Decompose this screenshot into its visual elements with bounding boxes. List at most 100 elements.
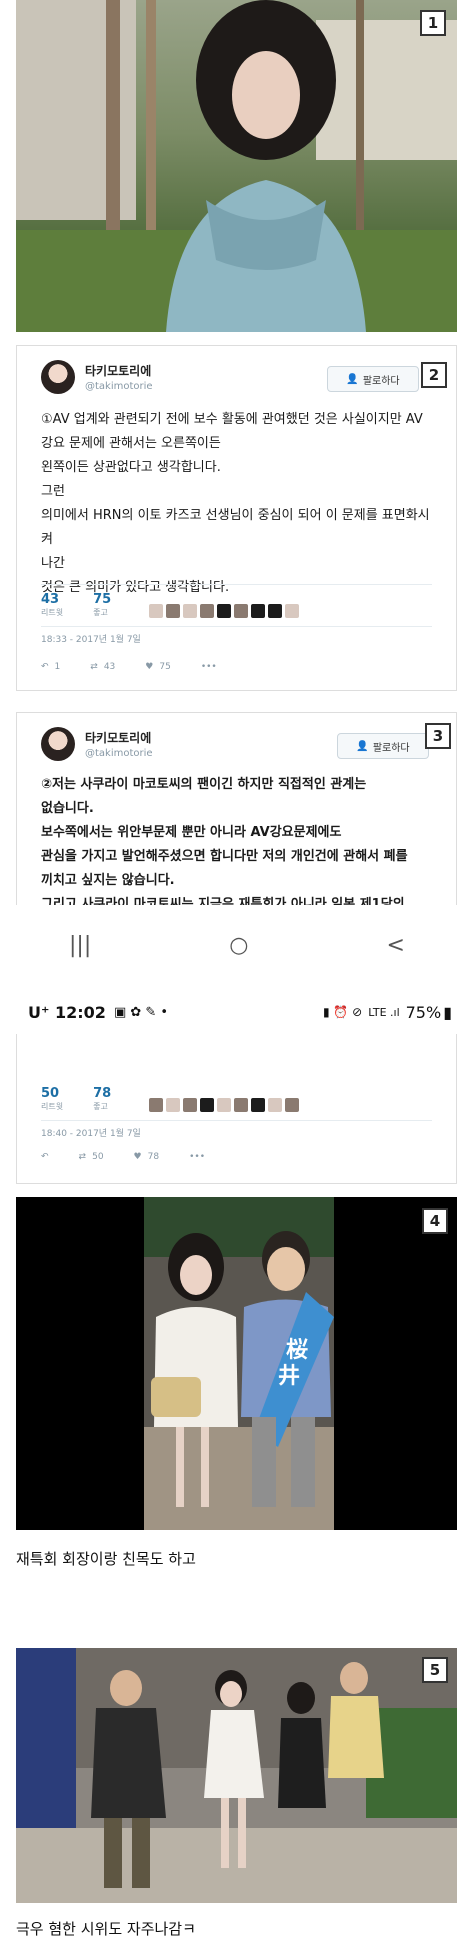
like-button[interactable]: ♥ 75: [145, 662, 171, 672]
divider: [41, 584, 432, 585]
like-label: 좋고: [93, 608, 108, 617]
badge-5: 5: [422, 1657, 448, 1683]
badge-2: 2: [421, 362, 447, 388]
follow-button[interactable]: 👤 팔로하다: [337, 733, 429, 759]
reply-button[interactable]: ↶: [41, 1152, 49, 1162]
liker-avatar[interactable]: [251, 604, 266, 618]
follow-button[interactable]: 👤 팔로하다: [327, 366, 419, 392]
tweet-date[interactable]: 18:40 - 2017년 1월 7일: [41, 1126, 141, 1139]
reply-icon: ↶: [41, 1152, 49, 1162]
retweet-icon: ⇄: [78, 1152, 87, 1162]
retweet-action-count: 50: [92, 1152, 104, 1162]
add-user-icon: 👤: [356, 740, 369, 752]
photo-4: 桜 井: [16, 1197, 457, 1530]
photo-5: [16, 1648, 457, 1903]
like-action-count: 78: [147, 1152, 160, 1162]
photo-1-scene: [16, 0, 457, 332]
liker-avatar[interactable]: [285, 604, 300, 618]
android-nav-bar: ||| ○ <: [0, 905, 474, 985]
recent-apps-button[interactable]: |||: [69, 933, 91, 958]
more-button[interactable]: •••: [189, 1152, 205, 1162]
liker-avatar[interactable]: [183, 1098, 198, 1112]
system-icons: ▮ ⏰ ⊘: [323, 1005, 363, 1019]
carrier-time: U⁺ 12:02: [28, 1002, 106, 1022]
liker-avatar[interactable]: [200, 604, 215, 618]
handle[interactable]: @takimotorie: [85, 748, 153, 759]
photo-4-scene: 桜 井: [144, 1197, 334, 1530]
liker-avatar[interactable]: [285, 1098, 300, 1112]
battery-icon: ▮: [443, 1002, 452, 1022]
like-stat[interactable]: 75 좋고: [93, 592, 111, 618]
liker-avatars[interactable]: [149, 1098, 300, 1112]
retweet-icon: ⇄: [90, 662, 98, 672]
back-button[interactable]: <: [387, 933, 405, 958]
retweet-count: 43: [41, 592, 60, 607]
liker-avatar[interactable]: [166, 1098, 181, 1112]
caption-5: 극우 혐한 시위도 자주나감ㅋ: [16, 1920, 196, 1938]
reply-icon: ↶: [41, 662, 49, 672]
liker-avatar[interactable]: [234, 1098, 249, 1112]
like-count: 78: [93, 1086, 112, 1101]
retweet-action-count: 43: [103, 662, 116, 672]
tweet-card-1: 타키모토리에 @takimotorie 👤 팔로하다 2 ①AV 업계와 관련되…: [16, 345, 457, 691]
divider: [41, 626, 432, 627]
display-name[interactable]: 타키모토리에: [85, 362, 153, 379]
avatar[interactable]: [41, 360, 75, 394]
follow-label: 팔로하다: [362, 375, 400, 387]
like-count: 75: [93, 592, 112, 607]
tweet-header: 타키모토리에 @takimotorie: [41, 360, 153, 394]
like-action-count: 75: [159, 662, 171, 672]
like-button[interactable]: ♥ 78: [134, 1152, 160, 1162]
badge-1: 1: [420, 10, 446, 36]
sign-char: 井: [278, 1364, 300, 1389]
retweet-button[interactable]: ⇄ 50: [79, 1152, 104, 1162]
signal-icon: LTE .ıl: [368, 1005, 400, 1019]
tweet-date[interactable]: 18:33 - 2017년 1월 7일: [41, 632, 141, 645]
photo-5-scene: [16, 1648, 457, 1903]
tweet-card-2-bottom: 50 리트윗 78 좋고 18:40 - 2017년 1월 7일 ↶ ⇄ 50 ♥…: [16, 1034, 457, 1184]
notification-icons: ▣ ✿ ✎ •: [113, 1004, 169, 1020]
retweet-stat[interactable]: 50 리트윗: [41, 1086, 63, 1112]
badge-3: 3: [425, 723, 451, 749]
handle[interactable]: @takimotorie: [85, 381, 153, 392]
status-bar: U⁺ 12:02 ▣ ✿ ✎ • ▮ ⏰ ⊘ LTE .ıl 75% ▮: [0, 990, 474, 1034]
liker-avatar[interactable]: [149, 604, 164, 618]
tweet-text: ①AV 업계와 관련되기 전에 보수 활동에 관여했던 것은 사실이지만 AV …: [41, 412, 430, 595]
retweet-stat[interactable]: 43 리트윗: [41, 592, 63, 618]
liker-avatar[interactable]: [268, 604, 283, 618]
retweet-label: 리트윗: [41, 608, 64, 617]
tweet-card-2: 타키모토리에 @takimotorie 👤 팔로하다 3 ②저는 사쿠라이 마코…: [16, 712, 457, 912]
tweet-stats: 50 리트윗 78 좋고: [41, 1086, 300, 1112]
caption-4: 재특회 회장이랑 친목도 하고: [16, 1550, 196, 1568]
liker-avatars[interactable]: [149, 604, 300, 618]
tweet-actions: ↶ ⇄ 50 ♥ 78 •••: [41, 1152, 205, 1162]
retweet-label: 리트윗: [41, 1102, 64, 1111]
more-button[interactable]: •••: [201, 662, 217, 672]
liker-avatar[interactable]: [217, 604, 232, 618]
reply-button[interactable]: ↶ 1: [41, 662, 60, 672]
tweet-header: 타키모토리에 @takimotorie: [41, 727, 153, 761]
sign-char: 桜: [286, 1338, 308, 1363]
badge-4: 4: [422, 1208, 448, 1234]
tweet-text: ②저는 사쿠라이 마코토씨의 팬이긴 하지만 직접적인 관계는 없습니다. 보수…: [41, 777, 408, 911]
home-button[interactable]: ○: [229, 933, 248, 958]
liker-avatar[interactable]: [183, 604, 198, 618]
liker-avatar[interactable]: [251, 1098, 266, 1112]
heart-icon: ♥: [133, 1152, 142, 1162]
display-name[interactable]: 타키모토리에: [85, 729, 153, 746]
liker-avatar[interactable]: [166, 604, 181, 618]
avatar[interactable]: [41, 727, 75, 761]
divider: [41, 1120, 432, 1121]
liker-avatar[interactable]: [234, 604, 249, 618]
like-stat[interactable]: 78 좋고: [93, 1086, 111, 1112]
tweet-actions: ↶ 1 ⇄ 43 ♥ 75 •••: [41, 662, 217, 672]
liker-avatar[interactable]: [149, 1098, 164, 1112]
retweet-button[interactable]: ⇄ 43: [90, 662, 115, 672]
battery-level: 75%: [405, 1002, 442, 1022]
add-user-icon: 👤: [346, 373, 359, 385]
liker-avatar[interactable]: [200, 1098, 215, 1112]
liker-avatar[interactable]: [268, 1098, 283, 1112]
photo-1: [16, 0, 457, 332]
retweet-count: 50: [41, 1086, 60, 1101]
liker-avatar[interactable]: [217, 1098, 232, 1112]
